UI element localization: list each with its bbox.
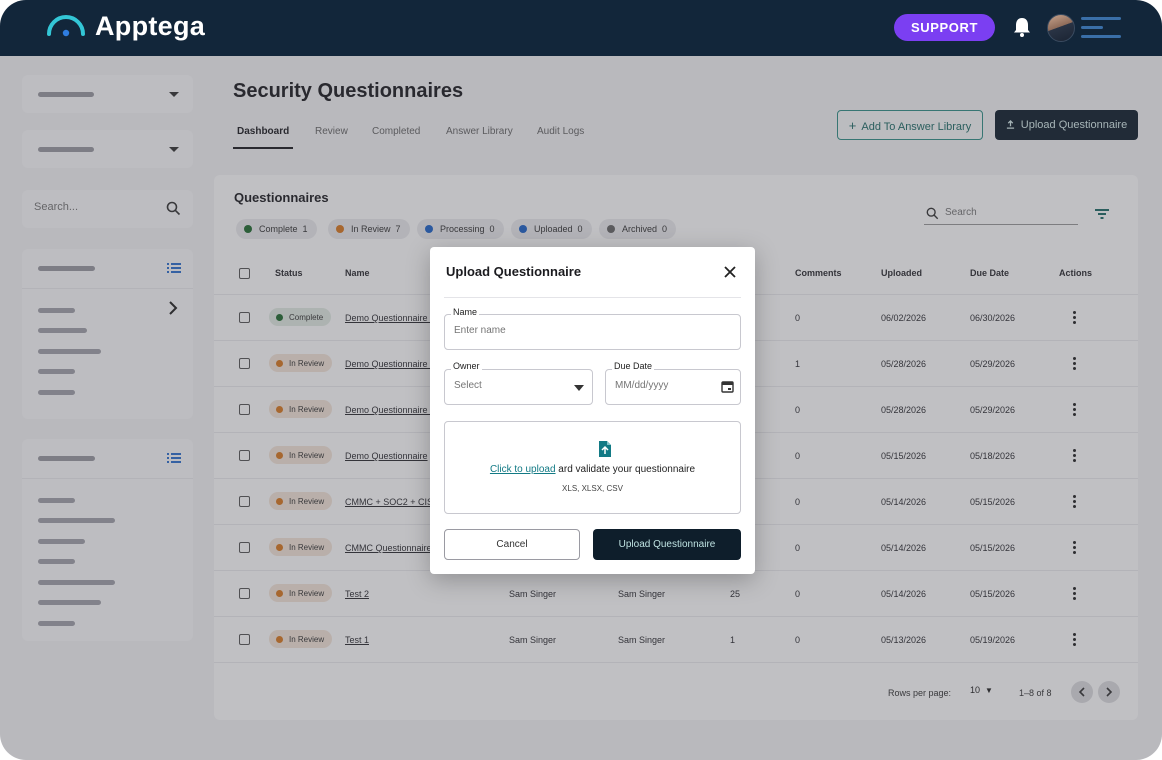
name-label: Name [451,307,480,317]
apptega-logo-icon [47,15,85,37]
owner-select-input[interactable] [454,380,572,391]
app-frame: Apptega SUPPORT Search... Security Quest… [0,0,1162,760]
close-icon[interactable] [722,264,738,280]
file-drop-zone[interactable]: Click to upload ard validate your questi… [444,421,741,514]
caret-down-icon [574,385,584,391]
bell-icon[interactable] [1012,16,1032,38]
upload-questionnaire-modal: Upload Questionnaire Name Owner Due Date [430,247,755,574]
support-button[interactable]: SUPPORT [894,14,995,41]
top-bar: Apptega SUPPORT [0,0,1162,56]
upload-instructions: Click to upload ard validate your questi… [489,464,696,475]
name-field[interactable] [444,314,741,350]
hamburger-icon[interactable] [1081,17,1121,39]
accepted-formats: XLS, XLSX, CSV [562,484,623,493]
name-input[interactable] [454,325,690,336]
due-date-label: Due Date [612,361,655,371]
owner-label: Owner [451,361,482,371]
cancel-button[interactable]: Cancel [444,529,580,560]
due-date-field[interactable] [605,369,741,405]
modal-title: Upload Questionnaire [446,264,582,279]
due-date-input[interactable] [615,380,723,391]
file-upload-icon [599,441,611,457]
brand-name: Apptega [95,11,206,41]
click-to-upload-link[interactable]: Click to upload [490,464,556,475]
owner-select[interactable] [444,369,593,405]
user-avatar[interactable] [1047,14,1075,42]
submit-upload-button[interactable]: Upload Questionnaire [593,529,741,560]
calendar-icon[interactable] [721,380,734,393]
